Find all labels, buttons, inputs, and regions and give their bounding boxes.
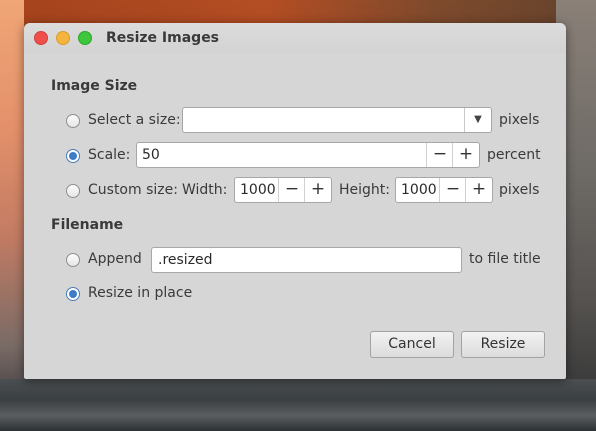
custom-size-unit: pixels — [499, 182, 540, 198]
width-label: Width: — [182, 182, 228, 198]
append-suffix-label: to file title — [469, 251, 541, 267]
select-size-radio[interactable] — [66, 114, 80, 128]
resize-in-place-label[interactable]: Resize in place — [88, 285, 192, 301]
height-increment-button[interactable]: + — [465, 178, 492, 202]
title-bar: Resize Images — [24, 23, 566, 53]
width-decrement-button[interactable]: − — [278, 178, 305, 202]
image-size-heading: Image Size — [51, 78, 138, 94]
desktop-wallpaper-bottom — [0, 379, 596, 431]
append-label[interactable]: Append — [88, 251, 142, 267]
desktop-wallpaper-left — [0, 0, 24, 431]
height-spinbox[interactable]: 1000 − + — [395, 177, 493, 203]
scale-radio[interactable] — [66, 149, 80, 163]
dropdown-arrow-icon[interactable]: ▼ — [464, 108, 491, 132]
scale-increment-button[interactable]: + — [452, 143, 479, 167]
resize-button[interactable]: Resize — [461, 331, 545, 358]
filename-heading: Filename — [51, 217, 124, 233]
resize-images-dialog: Resize Images Image Size Select a size: … — [24, 23, 566, 379]
select-size-unit: pixels — [499, 112, 540, 128]
width-value[interactable]: 1000 — [240, 178, 276, 202]
select-size-label[interactable]: Select a size: — [88, 112, 181, 128]
height-value[interactable]: 1000 — [401, 178, 437, 202]
height-label: Height: — [339, 182, 390, 198]
scale-decrement-button[interactable]: − — [426, 143, 453, 167]
append-suffix-input[interactable]: .resized — [151, 247, 462, 273]
scale-spinbox[interactable]: 50 − + — [136, 142, 480, 168]
cancel-button[interactable]: Cancel — [370, 331, 454, 358]
width-increment-button[interactable]: + — [304, 178, 331, 202]
close-window-button[interactable] — [34, 31, 48, 45]
height-decrement-button[interactable]: − — [439, 178, 466, 202]
custom-size-radio[interactable] — [66, 184, 80, 198]
window-title: Resize Images — [106, 30, 220, 46]
custom-size-label[interactable]: Custom size: — [88, 182, 178, 198]
scale-value[interactable]: 50 — [142, 143, 160, 167]
scale-label[interactable]: Scale: — [88, 147, 130, 163]
width-spinbox[interactable]: 1000 − + — [234, 177, 332, 203]
minimize-window-button[interactable] — [56, 31, 70, 45]
append-radio[interactable] — [66, 253, 80, 267]
size-dropdown[interactable]: ▼ — [182, 107, 492, 133]
resize-in-place-radio[interactable] — [66, 287, 80, 301]
scale-unit: percent — [487, 147, 541, 163]
maximize-window-button[interactable] — [78, 31, 92, 45]
